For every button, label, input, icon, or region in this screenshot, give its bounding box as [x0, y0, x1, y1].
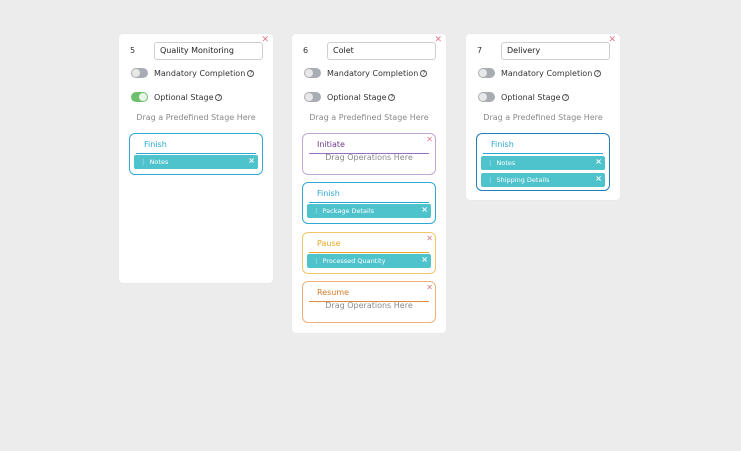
mandatory-completion-label: Mandatory Completion — [501, 68, 593, 78]
optional-stage-label: Optional Stage — [154, 92, 214, 102]
mandatory-completion-row: Mandatory Completion ? — [131, 68, 255, 78]
mandatory-completion-label: Mandatory Completion — [154, 68, 246, 78]
operation-label: Shipping Details — [496, 176, 550, 184]
remove-operation-icon[interactable]: × — [595, 173, 602, 185]
stage-title: Finish — [144, 140, 167, 149]
stage-card-5: ✕ 5 Quality Monitoring Mandatory Complet… — [119, 34, 273, 283]
optional-stage-toggle[interactable] — [478, 92, 495, 102]
drag-handle-icon[interactable]: ⋮ — [313, 207, 319, 215]
stage-title: Finish — [317, 189, 340, 198]
stage-number: 6 — [303, 46, 309, 55]
stage-title: Pause — [317, 239, 341, 248]
mandatory-completion-row: Mandatory Completion ? — [478, 68, 602, 78]
help-icon[interactable]: ? — [594, 69, 602, 77]
operation-chip[interactable]: ⋮ Notes × — [134, 155, 258, 169]
stage-resume[interactable]: ✕ Resume Drag Operations Here — [302, 281, 436, 323]
stage-finish[interactable]: Finish ⋮ Notes × ⋮ Shipping Details × — [476, 133, 610, 191]
stage-drop-zone[interactable]: Drag a Predefined Stage Here — [119, 113, 273, 122]
optional-stage-row: Optional Stage ? — [478, 92, 570, 102]
help-icon[interactable]: ? — [388, 93, 396, 101]
stage-divider — [136, 153, 256, 154]
stage-initiate[interactable]: ✕ Initiate Drag Operations Here — [302, 133, 436, 175]
help-icon[interactable]: ? — [247, 69, 255, 77]
drag-handle-icon[interactable]: ⋮ — [487, 159, 493, 167]
stage-title: Resume — [317, 288, 350, 297]
operation-label: Processed Quantity — [322, 257, 386, 265]
stage-divider — [309, 252, 429, 253]
remove-operation-icon[interactable]: × — [421, 204, 428, 216]
optional-stage-label: Optional Stage — [501, 92, 561, 102]
operation-label: Notes — [149, 158, 169, 166]
close-icon[interactable]: ✕ — [426, 283, 433, 292]
stage-finish[interactable]: Finish ⋮ Package Details × — [302, 182, 436, 224]
mandatory-completion-toggle[interactable] — [304, 68, 321, 78]
operation-chip[interactable]: ⋮ Shipping Details × — [481, 173, 605, 187]
close-icon[interactable]: ✕ — [426, 234, 433, 243]
stage-name-input[interactable]: Quality Monitoring — [154, 42, 263, 60]
operation-chip[interactable]: ⋮ Processed Quantity × — [307, 254, 431, 268]
operation-label: Package Details — [322, 207, 375, 215]
stage-card-7: ✕ 7 Delivery Mandatory Completion ? Opti… — [466, 34, 620, 200]
drag-handle-icon[interactable]: ⋮ — [487, 176, 493, 184]
optional-stage-toggle[interactable] — [304, 92, 321, 102]
remove-operation-icon[interactable]: × — [421, 254, 428, 266]
stage-divider — [483, 153, 603, 154]
stage-number: 7 — [477, 46, 483, 55]
help-icon[interactable]: ? — [215, 93, 223, 101]
remove-operation-icon[interactable]: × — [248, 155, 255, 167]
remove-operation-icon[interactable]: × — [595, 156, 602, 168]
drag-handle-icon[interactable]: ⋮ — [140, 158, 146, 166]
optional-stage-label: Optional Stage — [327, 92, 387, 102]
mandatory-completion-label: Mandatory Completion — [327, 68, 419, 78]
stage-card-6: ✕ 6 Colet Mandatory Completion ? Optiona… — [292, 34, 446, 333]
mandatory-completion-toggle[interactable] — [131, 68, 148, 78]
optional-stage-toggle[interactable] — [131, 92, 148, 102]
stage-finish[interactable]: Finish ⋮ Notes × — [129, 133, 263, 175]
operation-chip[interactable]: ⋮ Package Details × — [307, 204, 431, 218]
drag-handle-icon[interactable]: ⋮ — [313, 257, 319, 265]
stage-pause[interactable]: ✕ Pause ⋮ Processed Quantity × — [302, 232, 436, 274]
stage-title: Finish — [491, 140, 514, 149]
optional-stage-row: Optional Stage ? — [131, 92, 223, 102]
operation-label: Notes — [496, 159, 516, 167]
help-icon[interactable]: ? — [562, 93, 570, 101]
operations-drop-zone[interactable]: Drag Operations Here — [303, 153, 435, 162]
stage-title: Initiate — [317, 140, 345, 149]
close-icon[interactable]: ✕ — [426, 135, 433, 144]
optional-stage-row: Optional Stage ? — [304, 92, 396, 102]
operations-drop-zone[interactable]: Drag Operations Here — [303, 301, 435, 310]
stage-name-input[interactable]: Colet — [327, 42, 436, 60]
mandatory-completion-row: Mandatory Completion ? — [304, 68, 428, 78]
stage-drop-zone[interactable]: Drag a Predefined Stage Here — [292, 113, 446, 122]
help-icon[interactable]: ? — [420, 69, 428, 77]
stage-drop-zone[interactable]: Drag a Predefined Stage Here — [466, 113, 620, 122]
stage-number: 5 — [130, 46, 136, 55]
stage-name-input[interactable]: Delivery — [501, 42, 610, 60]
stage-divider — [309, 202, 429, 203]
operation-chip[interactable]: ⋮ Notes × — [481, 156, 605, 170]
mandatory-completion-toggle[interactable] — [478, 68, 495, 78]
